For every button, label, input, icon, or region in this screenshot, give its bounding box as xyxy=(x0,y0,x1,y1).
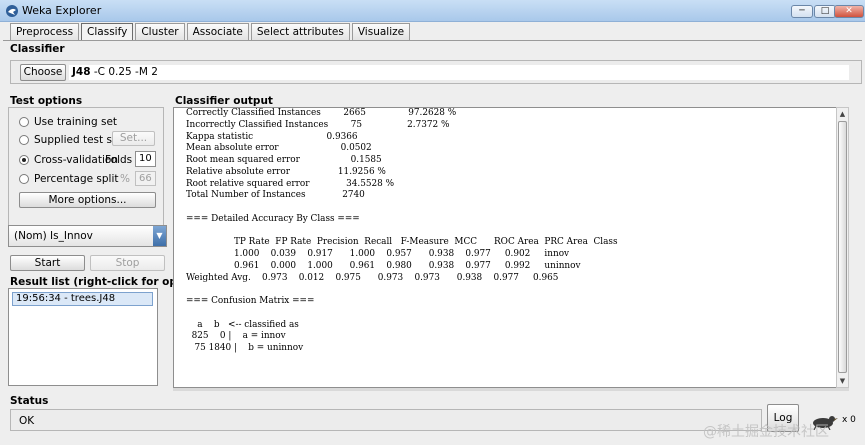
tab-preprocess[interactable]: Preprocess xyxy=(10,23,80,40)
percentage-split-radio[interactable] xyxy=(19,174,29,184)
class-attribute-value: (Nom) Is_Innov xyxy=(14,230,93,242)
scroll-down-arrow-icon[interactable]: ▼ xyxy=(837,375,848,387)
classifier-panel: Choose J48 -C 0.25 -M 2 xyxy=(10,60,862,84)
watermark: @稀土掘金技术社区 xyxy=(703,424,829,440)
output-horizontal-scrollbar[interactable] xyxy=(173,388,849,391)
use-training-set-option[interactable]: Use training set xyxy=(19,115,117,129)
tab-cluster[interactable]: Cluster xyxy=(135,23,185,40)
tab-visualize[interactable]: Visualize xyxy=(351,23,411,40)
status-bar: OK xyxy=(10,409,762,431)
window-title: Weka Explorer xyxy=(22,4,102,17)
stop-button[interactable]: Stop xyxy=(90,255,165,271)
tab-associate[interactable]: Associate xyxy=(186,23,249,40)
cross-validation-option[interactable]: Cross-validation xyxy=(19,153,118,167)
test-options-panel: Use training set Supplied test set Set..… xyxy=(8,107,164,241)
classifier-options: -C 0.25 -M 2 xyxy=(93,66,158,78)
weka-bird-icon xyxy=(6,5,18,17)
result-list[interactable]: 19:56:34 - trees.J48 xyxy=(8,288,158,386)
supplied-test-set-radio[interactable] xyxy=(19,135,29,145)
chevron-down-icon[interactable]: ▼ xyxy=(153,226,166,246)
more-options-button[interactable]: More options... xyxy=(19,192,156,208)
supplied-test-set-label: Supplied test set xyxy=(34,134,123,146)
scroll-up-arrow-icon[interactable]: ▲ xyxy=(837,108,848,120)
tab-bar: Preprocess Classify Cluster Associate Se… xyxy=(10,23,412,41)
supplied-test-set-option[interactable]: Supplied test set xyxy=(19,133,123,147)
classifier-name: J48 xyxy=(72,66,91,78)
choose-button[interactable]: Choose xyxy=(20,64,66,81)
task-count: x 0 xyxy=(842,415,856,425)
class-attribute-select[interactable]: (Nom) Is_Innov ▼ xyxy=(8,225,167,247)
result-list-item[interactable]: 19:56:34 - trees.J48 xyxy=(12,292,153,306)
cross-validation-radio[interactable] xyxy=(19,155,29,165)
classifier-heading: Classifier xyxy=(10,43,65,55)
set-test-file-button[interactable]: Set... xyxy=(112,131,155,146)
minimize-button[interactable]: ─ xyxy=(791,5,813,18)
classifier-output-area[interactable]: Correctly Classified Instances 2665 97.2… xyxy=(173,107,849,388)
start-button[interactable]: Start xyxy=(10,255,85,271)
test-options-heading: Test options xyxy=(10,95,83,107)
folds-input[interactable]: 10 xyxy=(135,151,156,167)
percent-symbol: % xyxy=(120,173,130,185)
tab-divider xyxy=(3,40,862,41)
classifier-output-text: Correctly Classified Instances 2665 97.2… xyxy=(186,108,618,353)
tab-classify[interactable]: Classify xyxy=(81,23,134,41)
percent-split-input[interactable]: 66 xyxy=(135,171,156,186)
explorer-panel: Preprocess Classify Cluster Associate Se… xyxy=(0,22,865,445)
folds-label: Folds xyxy=(105,154,133,166)
percentage-split-label: Percentage split xyxy=(34,173,119,185)
scroll-thumb[interactable] xyxy=(838,121,847,373)
window-titlebar: Weka Explorer ─ □ ✕ xyxy=(0,0,865,22)
status-text: OK xyxy=(19,415,35,427)
use-training-set-radio[interactable] xyxy=(19,117,29,127)
maximize-button[interactable]: □ xyxy=(814,5,836,18)
use-training-set-label: Use training set xyxy=(34,116,118,128)
classifier-config-field[interactable]: J48 -C 0.25 -M 2 xyxy=(69,65,849,80)
status-heading: Status xyxy=(10,395,49,407)
tab-select-attributes[interactable]: Select attributes xyxy=(250,23,350,40)
classifier-output-heading: Classifier output xyxy=(175,95,273,107)
output-vertical-scrollbar[interactable]: ▲ ▼ xyxy=(836,107,849,388)
percentage-split-option[interactable]: Percentage split xyxy=(19,172,119,186)
close-button[interactable]: ✕ xyxy=(834,5,864,18)
